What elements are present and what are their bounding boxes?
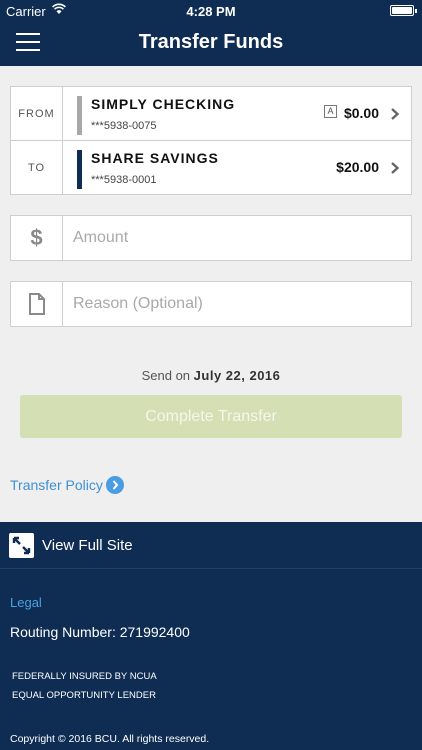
from-label: FROM [11,87,63,141]
reason-input[interactable] [73,293,393,315]
chevron-right-icon [391,162,400,174]
from-account-name: SIMPLY CHECKING [91,96,236,112]
battery-icon [390,5,417,16]
from-account-row[interactable]: FROM SIMPLY CHECKING ***5938-0075 A $0.0… [11,87,411,141]
routing-number: Routing Number: 271992400 [10,624,190,640]
view-full-site-label: View Full Site [42,537,133,554]
chevron-right-circle-icon[interactable] [106,476,124,494]
top-bar: Carrier 4:28 PM Transfer Funds [0,0,422,66]
lender-notice: EQUAL OPPORTUNITY LENDER [12,690,156,701]
reason-field [10,281,412,327]
amount-field: $ [10,215,412,261]
account-selector: FROM SIMPLY CHECKING ***5938-0075 A $0.0… [10,86,412,195]
copyright: Copyright © 2016 BCU. All rights reserve… [10,733,210,745]
to-account-color-bar [77,150,82,189]
send-on-date[interactable]: Send on July 22, 2016 [0,368,422,383]
insured-notice: FEDERALLY INSURED BY NCUA [12,671,157,682]
to-account-name: SHARE SAVINGS [91,150,219,166]
transfer-policy-link[interactable]: Transfer Policy [10,477,103,493]
legal-link[interactable]: Legal [10,595,42,610]
from-account-number: ***5938-0075 [91,120,157,132]
send-on-date-value: July 22, 2016 [193,368,281,383]
page-title: Transfer Funds [138,31,284,53]
footer: View Full Site Legal Routing Number: 271… [0,522,422,750]
to-account-row[interactable]: TO SHARE SAVINGS ***5938-0001 $20.00 [11,141,411,195]
complete-transfer-button[interactable]: Complete Transfer [20,395,402,438]
to-account-number: ***5938-0001 [91,174,157,186]
available-badge: A [324,105,337,118]
amount-input[interactable] [73,227,393,249]
chevron-right-icon [391,108,400,120]
status-bar: Carrier 4:28 PM [0,0,422,22]
view-full-site-button[interactable]: View Full Site [0,522,422,569]
dollar-icon: $ [11,216,63,260]
status-time: 4:28 PM [186,4,236,19]
to-account-balance: $20.00 [336,159,379,175]
to-label: TO [11,141,63,195]
expand-icon [9,533,34,558]
from-account-balance: $0.00 [343,105,379,121]
from-account-color-bar [77,96,82,135]
document-icon [11,282,63,326]
send-on-prefix: Send on [141,368,191,383]
